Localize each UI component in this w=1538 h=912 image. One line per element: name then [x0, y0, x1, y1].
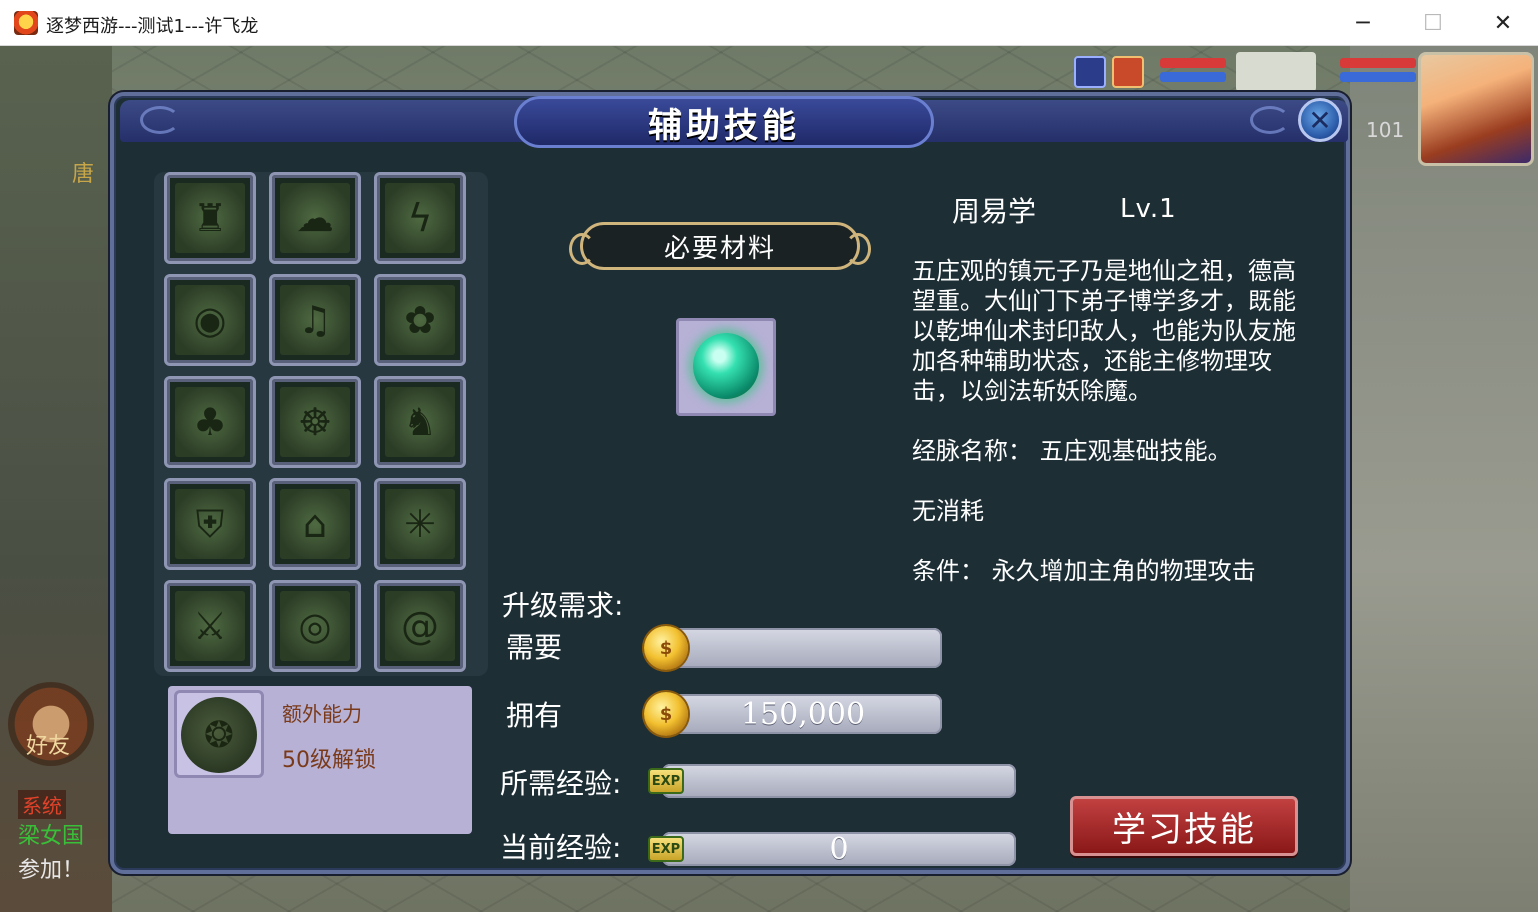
exp-need-bar — [662, 764, 1016, 798]
skill-slot[interactable]: ◉ — [164, 274, 256, 366]
skill-slot[interactable]: ♣ — [164, 376, 256, 468]
shield-icon: ⛨ — [175, 489, 245, 559]
title-plate: 辅助技能 — [514, 96, 934, 148]
scene-right-backdrop — [1350, 46, 1538, 912]
exp-current-label: 当前经验: — [500, 831, 622, 864]
wind-swirl-icon: ♫ — [280, 285, 350, 355]
player-mp-bar — [1340, 72, 1416, 82]
upgrade-requirements-title: 升级需求: — [502, 589, 624, 622]
learn-skill-button[interactable]: 学习技能 — [1070, 796, 1298, 856]
material-slot[interactable] — [676, 318, 776, 416]
player-level: 101 — [1366, 118, 1405, 142]
skill-slot[interactable]: ✿ — [374, 274, 466, 366]
chat-line: 参加！ — [18, 858, 85, 883]
header-ornament — [140, 106, 180, 134]
skill-slot[interactable]: @ — [374, 580, 466, 672]
skill-slot[interactable]: ☁ — [269, 172, 361, 264]
skill-level: Lv.1 — [1120, 194, 1177, 224]
shatter-icon: ✳ — [385, 489, 455, 559]
skill-slot[interactable]: ϟ — [374, 172, 466, 264]
skill-slot[interactable]: ✳ — [374, 478, 466, 570]
hud-status-bar — [1060, 52, 1420, 96]
figure-icon: ♞ — [385, 387, 455, 457]
have-label: 拥有 — [506, 699, 563, 732]
lightning-icon: ϟ — [385, 183, 455, 253]
event-icon[interactable] — [1112, 56, 1144, 88]
skill-slot[interactable]: ♞ — [374, 376, 466, 468]
header-ornament — [1250, 106, 1290, 134]
extra-ability-slot[interactable]: ❂ — [174, 690, 264, 778]
chat-line: 梁女国 — [18, 824, 85, 849]
skill-condition: 条件： 永久增加主角的物理攻击 — [912, 557, 1256, 585]
pet-hp-bar — [1160, 58, 1226, 68]
buff-icon[interactable] — [1074, 56, 1106, 88]
materials-title: 必要材料 — [663, 233, 776, 264]
friend-label: 好友 — [26, 734, 71, 759]
window-titlebar: 逐梦西游---测试1---许飞龙 ─ ☐ ✕ — [0, 0, 1538, 46]
skill-slot[interactable]: ⌂ — [269, 478, 361, 570]
extra-ability-label: 额外能力 — [282, 702, 362, 726]
pet-mp-bar — [1160, 72, 1226, 82]
player-hp-bar — [1340, 58, 1416, 68]
tree-icon: ♣ — [175, 387, 245, 457]
window-close-button[interactable]: ✕ — [1468, 0, 1538, 46]
eyes-icon: ◉ — [175, 285, 245, 355]
skill-description: 五庄观的镇元子乃是地仙之祖，德高望重。大仙门下弟子博学多才，既能以乾坤仙术封印敌… — [912, 257, 1296, 405]
jade-orb-icon — [693, 333, 759, 399]
skill-slot[interactable]: ♫ — [269, 274, 361, 366]
skill-slot[interactable]: ⛨ — [164, 478, 256, 570]
dragon-orb-icon: ❂ — [181, 697, 257, 773]
maximize-button[interactable]: ☐ — [1398, 0, 1468, 46]
minimize-button[interactable]: ─ — [1328, 0, 1398, 46]
skill-slot[interactable]: ⚔ — [164, 580, 256, 672]
exp-need-label: 所需经验: — [500, 767, 622, 800]
coin-icon: $ — [644, 692, 688, 736]
materials-header: 必要材料 — [569, 222, 871, 270]
need-money-bar — [664, 628, 942, 668]
npc-name-tag: 唐 — [72, 162, 95, 187]
skill-slot[interactable]: ◎ — [269, 580, 361, 672]
skill-slot[interactable]: ☸ — [269, 376, 361, 468]
arch-icon: ⌂ — [280, 489, 350, 559]
sword-icon: ⚔ — [175, 591, 245, 661]
window-title: 逐梦西游---测试1---许飞龙 — [46, 16, 259, 37]
monk-icon: ☸ — [280, 387, 350, 457]
skill-meridian: 经脉名称： 五庄观基础技能。 — [912, 437, 1232, 465]
player-portrait[interactable] — [1418, 52, 1534, 166]
skill-name: 周易学 — [952, 195, 1037, 228]
scene-left-backdrop — [0, 46, 112, 912]
cloud-icon: ☁ — [280, 183, 350, 253]
app-icon — [14, 11, 38, 35]
extra-ability-unlock-text: 50级解锁 — [282, 748, 376, 773]
exp-current-bar: 0 — [662, 832, 1016, 867]
pet-portrait[interactable] — [1236, 52, 1316, 92]
skill-description-scroll[interactable]: 五庄观的镇元子乃是地仙之祖，德高望重。大仙门下弟子博学多才，既能以乾坤仙术封印敌… — [912, 256, 1302, 602]
flower-icon: ✿ — [385, 285, 455, 355]
exp-icon: EXP — [648, 836, 684, 862]
coin-icon: $ — [644, 626, 688, 670]
assist-skill-panel: 辅助技能 ✕ ♜ ☁ ϟ ◉ ♫ ✿ ♣ ☸ ♞ ⛨ ⌂ ✳ ⚔ ◎ @ ❂ 额外能力 50级解锁 必要材料… — [110, 92, 1350, 874]
panel-title: 辅助技能 — [648, 105, 800, 146]
have-money-bar: 150,000 — [664, 694, 942, 734]
extra-ability-card[interactable]: ❂ 额外能力 50级解锁 — [168, 686, 472, 834]
spiral-icon: @ — [385, 591, 455, 661]
skill-cost: 无消耗 — [912, 497, 984, 525]
panel-close-button[interactable]: ✕ — [1298, 98, 1342, 142]
exp-icon: EXP — [648, 768, 684, 794]
warrior-icon: ♜ — [175, 183, 245, 253]
chat-system-tag: 系统 — [18, 790, 66, 819]
skill-slot[interactable]: ♜ — [164, 172, 256, 264]
angry-eyes-icon: ◎ — [280, 591, 350, 661]
need-label: 需要 — [506, 631, 563, 664]
